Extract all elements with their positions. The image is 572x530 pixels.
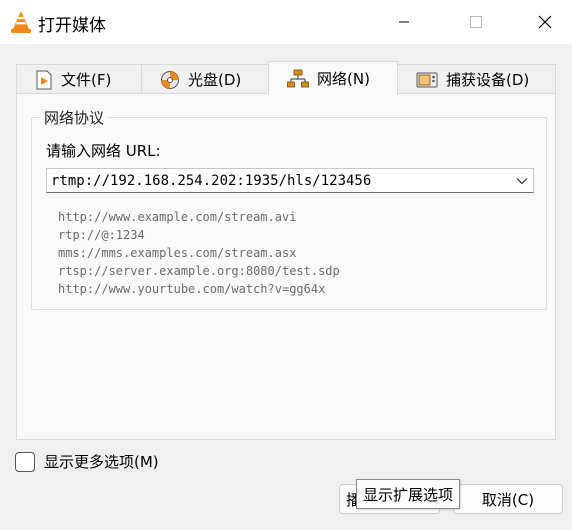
- chevron-down-icon[interactable]: [511, 169, 533, 192]
- tab-disc-label: 光盘(D): [188, 71, 242, 89]
- tab-capture-device[interactable]: 捕获设备(D): [397, 64, 556, 94]
- tab-capture-label: 捕获设备(D): [446, 71, 530, 89]
- show-more-checkbox[interactable]: [15, 451, 35, 472]
- window-title: 打开媒体: [38, 16, 106, 36]
- close-icon: [538, 15, 552, 29]
- minimize-button[interactable]: [380, 0, 428, 44]
- cancel-button-label: 取消(C): [481, 490, 535, 509]
- url-examples: http://www.example.com/stream.avi rtp://…: [58, 208, 340, 298]
- url-label: 请输入网络 URL:: [46, 142, 161, 160]
- tab-file-label: 文件(F): [61, 71, 112, 89]
- url-combobox[interactable]: rtmp://192.168.254.202:1935/hls/123456: [46, 168, 534, 193]
- maximize-icon: [470, 16, 482, 28]
- maximize-button[interactable]: [452, 0, 500, 44]
- close-button[interactable]: [521, 0, 569, 44]
- example-url: http://www.example.com/stream.avi: [58, 210, 297, 224]
- example-url: rtp://@:1234: [58, 228, 145, 242]
- vlc-cone-icon: [10, 10, 32, 34]
- capture-device-icon: [416, 70, 438, 90]
- tooltip: 显示扩展选项: [356, 479, 461, 509]
- show-more-label[interactable]: 显示更多选项(M): [44, 451, 159, 472]
- network-icon: [287, 69, 309, 89]
- show-more-options[interactable]: 显示更多选项(M): [15, 451, 159, 472]
- tab-network[interactable]: 网络(N): [268, 61, 398, 95]
- example-url: rtsp://server.example.org:8080/test.sdp: [58, 264, 340, 278]
- tooltip-text: 显示扩展选项: [363, 485, 454, 504]
- tab-bar: 文件(F) 光盘(D) 网络(N) 捕获设备(D): [16, 61, 556, 95]
- example-url: mms://mms.examples.com/stream.asx: [58, 246, 297, 260]
- tab-file[interactable]: 文件(F): [16, 64, 142, 94]
- tab-disc[interactable]: 光盘(D): [141, 64, 269, 94]
- example-url: http://www.yourtube.com/watch?v=gg64x: [58, 282, 326, 296]
- cancel-button[interactable]: 取消(C): [453, 484, 563, 514]
- group-title: 网络协议: [40, 107, 109, 128]
- minimize-icon: [399, 21, 409, 23]
- disc-icon: [160, 70, 180, 90]
- network-tab-panel: 网络协议 请输入网络 URL: rtmp://192.168.254.202:1…: [16, 93, 556, 440]
- file-icon: [35, 70, 53, 90]
- url-input[interactable]: rtmp://192.168.254.202:1935/hls/123456: [47, 173, 511, 189]
- title-bar: 打开媒体: [0, 0, 572, 44]
- network-protocol-group: 网络协议 请输入网络 URL: rtmp://192.168.254.202:1…: [31, 107, 547, 310]
- tab-network-label: 网络(N): [317, 70, 370, 88]
